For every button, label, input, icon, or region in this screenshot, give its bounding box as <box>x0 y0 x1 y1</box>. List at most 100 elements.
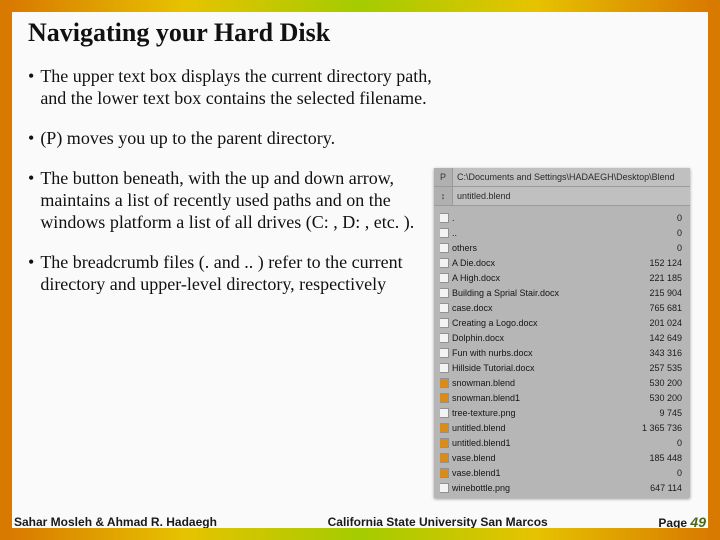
file-name: Fun with nurbs.docx <box>452 348 533 358</box>
file-name: A Die.docx <box>452 258 495 268</box>
path-field[interactable]: C:\Documents and Settings\HADAEGH\Deskto… <box>453 172 690 182</box>
file-size: 152 124 <box>649 258 682 268</box>
file-name: tree-texture.png <box>452 408 516 418</box>
file-icon <box>440 274 448 282</box>
bullet-text: The button beneath, with the up and down… <box>40 168 448 234</box>
file-row[interactable]: A Die.docx 152 124 <box>440 255 690 270</box>
file-size: 142 649 <box>649 333 682 343</box>
blend-file-icon <box>440 424 448 432</box>
file-size: 201 024 <box>649 318 682 328</box>
bullet-item: • The upper text box displays the curren… <box>28 66 448 110</box>
file-icon <box>440 484 448 492</box>
file-size: 215 904 <box>649 288 682 298</box>
blend-file-icon <box>440 469 448 477</box>
file-size: 765 681 <box>649 303 682 313</box>
file-row[interactable]: tree-texture.png 9 745 <box>440 405 690 420</box>
file-icon <box>440 409 448 417</box>
file-size: 185 448 <box>649 453 682 463</box>
slide-heading: Navigating your Hard Disk <box>28 18 706 48</box>
file-row[interactable]: untitled.blend 1 365 736 <box>440 420 690 435</box>
file-row[interactable]: Dolphin.docx 142 649 <box>440 330 690 345</box>
bullet-text: The breadcrumb files (. and .. ) refer t… <box>40 252 448 296</box>
file-row[interactable]: snowman.blend 530 200 <box>440 375 690 390</box>
file-name: snowman.blend <box>452 378 515 388</box>
bullet-item: • The button beneath, with the up and do… <box>28 168 448 234</box>
footer-affiliation: California State University San Marcos <box>328 515 548 529</box>
page-label: Page <box>658 516 687 530</box>
file-row[interactable]: Fun with nurbs.docx 343 316 <box>440 345 690 360</box>
path-row: P C:\Documents and Settings\HADAEGH\Desk… <box>434 168 690 187</box>
slide-footer: Sahar Mosleh & Ahmad R. Hadaegh Californ… <box>14 514 706 530</box>
file-row[interactable]: A High.docx221 185 <box>440 270 690 285</box>
file-icon <box>440 214 448 222</box>
file-row[interactable]: untitled.blend1 0 <box>440 435 690 450</box>
file-icon <box>440 259 448 267</box>
page-number: 49 <box>690 514 706 530</box>
file-name: Dolphin.docx <box>452 333 504 343</box>
bullet-dot: • <box>28 128 34 150</box>
file-name: winebottle.png <box>452 483 510 493</box>
filename-field[interactable]: untitled.blend <box>453 191 690 201</box>
file-name: . <box>452 213 455 223</box>
file-size: 0 <box>677 243 682 253</box>
bullet-dot: • <box>28 66 34 110</box>
file-icon <box>440 334 448 342</box>
file-row[interactable]: vase.blend1 0 <box>440 465 690 480</box>
file-row[interactable]: winebottle.png 647 114 <box>440 480 690 495</box>
blend-file-icon <box>440 439 448 447</box>
file-row[interactable]: Building a Sprial Stair.docx 215 904 <box>440 285 690 300</box>
recent-paths-button[interactable]: ↕ <box>434 187 453 205</box>
file-browser-panel: P C:\Documents and Settings\HADAEGH\Desk… <box>434 168 690 498</box>
bullet-text: (P) moves you up to the parent directory… <box>40 128 448 150</box>
file-icon <box>440 319 448 327</box>
file-size: 1 365 736 <box>642 423 682 433</box>
bullet-item: • The breadcrumb files (. and .. ) refer… <box>28 252 448 296</box>
footer-page: Page 49 <box>658 514 706 530</box>
file-name: vase.blend <box>452 453 496 463</box>
file-row[interactable]: others 0 <box>440 240 690 255</box>
file-list: .0..0others0A Die.docx152 124A High.docx… <box>434 206 690 497</box>
file-name: Creating a Logo.docx <box>452 318 538 328</box>
bullet-dot: • <box>28 168 34 234</box>
file-row[interactable]: .. 0 <box>440 225 690 240</box>
bullet-text: The upper text box displays the current … <box>40 66 448 110</box>
file-row[interactable]: vase.blend 185 448 <box>440 450 690 465</box>
file-size: 9 745 <box>659 408 682 418</box>
file-name: Building a Sprial Stair.docx <box>452 288 559 298</box>
footer-authors: Sahar Mosleh & Ahmad R. Hadaegh <box>14 515 217 529</box>
file-row[interactable]: snowman.blend1 530 200 <box>440 390 690 405</box>
file-icon <box>440 304 448 312</box>
file-icon <box>440 229 448 237</box>
file-size: 0 <box>677 468 682 478</box>
file-size: 0 <box>677 213 682 223</box>
file-size: 0 <box>677 228 682 238</box>
file-size: 343 316 <box>649 348 682 358</box>
file-name: .. <box>452 228 457 238</box>
file-size: 257 535 <box>649 363 682 373</box>
file-size: 530 200 <box>649 378 682 388</box>
file-icon <box>440 244 448 252</box>
file-size: 221 185 <box>649 273 682 283</box>
file-row[interactable]: Hillside Tutorial.docx 257 535 <box>440 360 690 375</box>
blend-file-icon <box>440 379 448 387</box>
file-name: case.docx <box>452 303 493 313</box>
file-name: snowman.blend1 <box>452 393 520 403</box>
file-row[interactable]: Creating a Logo.docx 201 024 <box>440 315 690 330</box>
filename-row: ↕ untitled.blend <box>434 187 690 206</box>
file-name: vase.blend1 <box>452 468 501 478</box>
file-icon <box>440 289 448 297</box>
file-icon <box>440 364 448 372</box>
file-name: Hillside Tutorial.docx <box>452 363 535 373</box>
blend-file-icon <box>440 454 448 462</box>
bullet-list: • The upper text box displays the curren… <box>28 66 448 296</box>
file-row[interactable]: case.docx 765 681 <box>440 300 690 315</box>
file-size: 647 114 <box>650 483 682 493</box>
file-size: 0 <box>677 438 682 448</box>
file-name: untitled.blend1 <box>452 438 511 448</box>
parent-dir-button[interactable]: P <box>434 168 453 186</box>
file-name: others <box>452 243 477 253</box>
file-size: 530 200 <box>649 393 682 403</box>
file-icon <box>440 349 448 357</box>
file-row[interactable]: .0 <box>440 210 690 225</box>
file-name: untitled.blend <box>452 423 506 433</box>
